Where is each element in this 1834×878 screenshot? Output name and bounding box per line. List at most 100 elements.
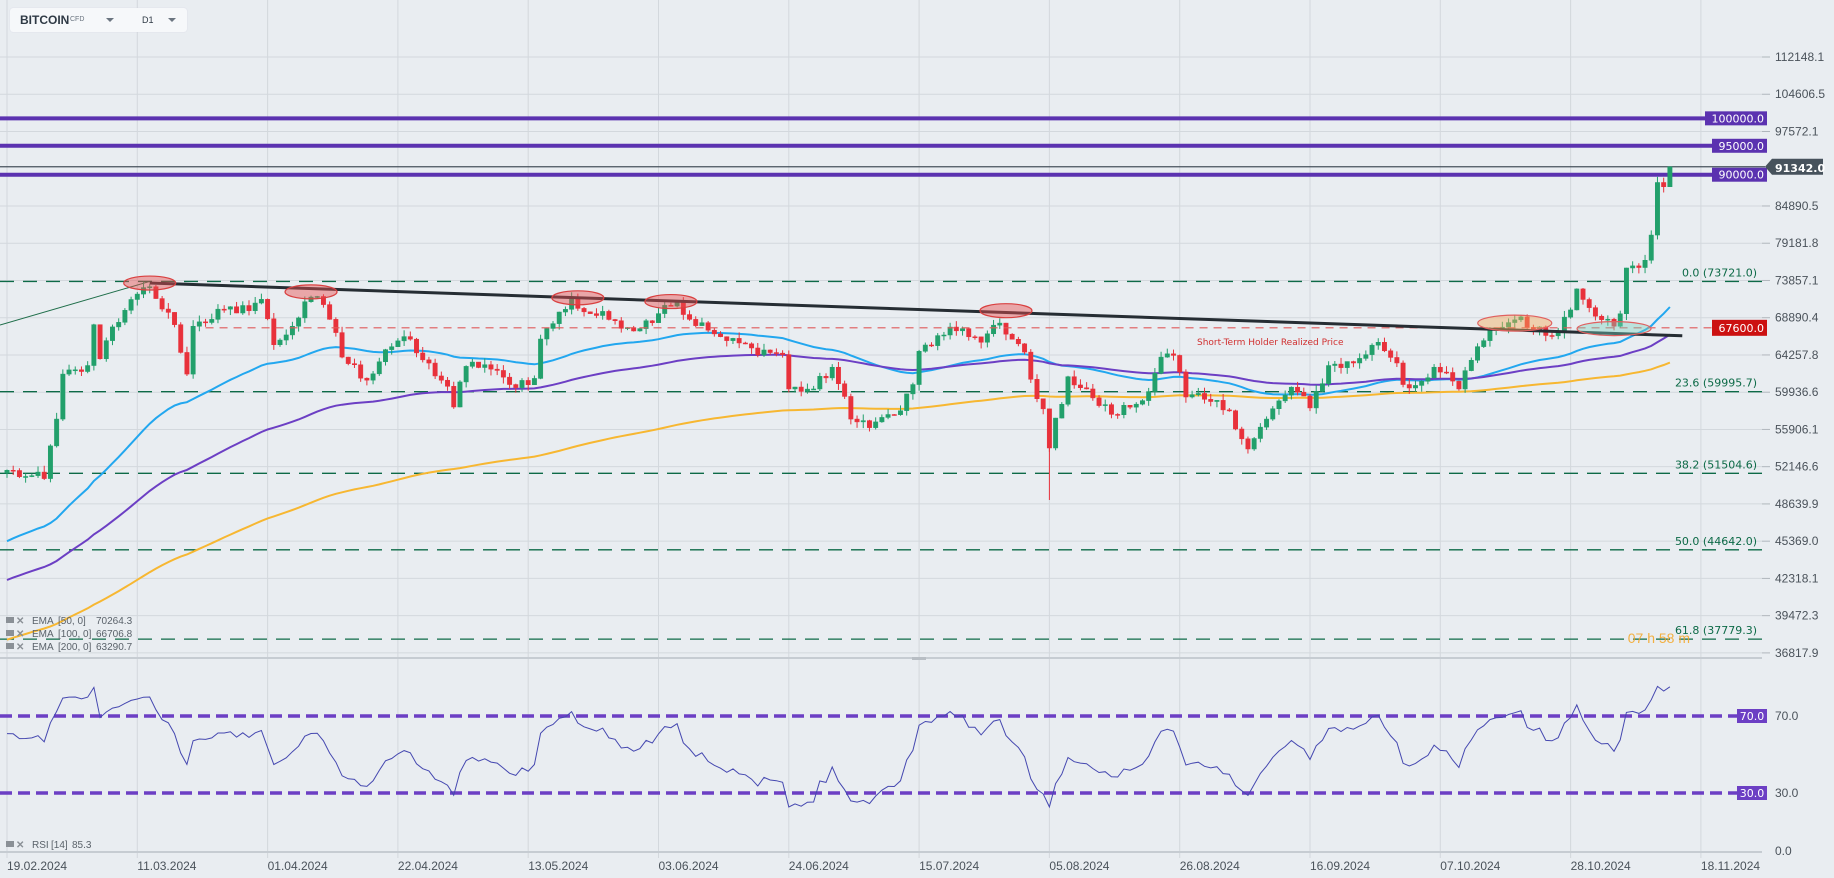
candle-body bbox=[1574, 288, 1580, 311]
candle bbox=[1667, 166, 1673, 187]
horizontal-levels[interactable]: 100000.0 95000.0 90000.0 91342.0 bbox=[0, 111, 1825, 182]
candle-body bbox=[885, 414, 891, 418]
candle-body bbox=[693, 319, 699, 326]
date-tick-label: 26.08.2024 bbox=[1180, 859, 1240, 873]
instrument-selector[interactable]: BITCOIN CFD D1 bbox=[10, 8, 187, 32]
candle bbox=[1022, 343, 1028, 355]
indicator-legend[interactable]: ✕ EMA [50, 0] 70264.3 ✕ EMA [100, 0] 66706.8 ✕ EM… bbox=[6, 616, 133, 851]
peak-highlight-ellipse[interactable] bbox=[123, 275, 177, 291]
ema-settings-icon[interactable] bbox=[6, 630, 14, 636]
candle-body bbox=[426, 359, 432, 364]
candle-body bbox=[594, 313, 599, 316]
candle-body bbox=[1183, 371, 1189, 398]
peak-highlight-ellipse[interactable] bbox=[1477, 314, 1553, 332]
candle-body bbox=[420, 352, 426, 361]
candle-body bbox=[1264, 418, 1270, 428]
candle-body bbox=[29, 475, 35, 477]
peak-highlight-ellipse[interactable] bbox=[979, 303, 1033, 319]
peak-highlight-ellipse[interactable] bbox=[284, 284, 338, 300]
rsi-line bbox=[6, 685, 1671, 809]
candle bbox=[972, 335, 978, 340]
candle-body bbox=[1344, 361, 1350, 368]
candle-body bbox=[209, 319, 215, 323]
annotations[interactable]: 67600.0 Short-Term Holder Realized Price 0… bbox=[123, 275, 1767, 646]
candle bbox=[947, 322, 953, 340]
candle-body bbox=[984, 333, 990, 343]
candle bbox=[562, 306, 568, 317]
candle bbox=[1152, 367, 1158, 396]
candle bbox=[1642, 254, 1648, 274]
candle bbox=[544, 327, 550, 346]
price-tick-label: 48639.9 bbox=[1775, 497, 1819, 511]
candle-body bbox=[1084, 387, 1090, 390]
candle bbox=[35, 466, 41, 478]
candle-body bbox=[1425, 377, 1431, 382]
candle-body bbox=[1034, 379, 1040, 400]
ema-remove-icon[interactable]: ✕ bbox=[16, 629, 24, 640]
candle-body bbox=[1226, 409, 1232, 412]
candle-body bbox=[755, 347, 761, 356]
candle-body bbox=[1413, 385, 1418, 389]
candle-body bbox=[41, 471, 47, 479]
candle-body bbox=[1661, 182, 1667, 187]
peak-highlight-ellipse[interactable] bbox=[551, 290, 605, 306]
peak-highlight-ellipse[interactable] bbox=[644, 293, 698, 310]
candle-body bbox=[469, 361, 475, 367]
candle-body bbox=[1462, 370, 1468, 390]
candle-body bbox=[352, 363, 357, 366]
candle bbox=[1233, 409, 1238, 431]
candle-body bbox=[1319, 383, 1325, 392]
peak-highlight-ellipse[interactable] bbox=[1576, 321, 1652, 337]
ema-remove-icon[interactable]: ✕ bbox=[16, 642, 24, 653]
candle-body bbox=[978, 336, 984, 343]
candle-body bbox=[116, 322, 122, 328]
rsi-settings-icon[interactable] bbox=[6, 841, 14, 847]
candle-body bbox=[122, 310, 128, 323]
price-level-label: 90000.0 bbox=[1719, 169, 1765, 182]
price-tick-label: 97572.1 bbox=[1775, 124, 1819, 138]
candle-body bbox=[221, 308, 227, 311]
candle-body bbox=[1431, 366, 1437, 378]
candle bbox=[1431, 364, 1437, 379]
candle-body bbox=[1270, 408, 1276, 420]
candle bbox=[879, 414, 885, 423]
candle-body bbox=[165, 308, 171, 313]
candle bbox=[618, 317, 624, 333]
candle-body bbox=[972, 336, 978, 339]
candle bbox=[687, 310, 692, 321]
candle bbox=[935, 333, 941, 351]
candle bbox=[550, 321, 556, 332]
ema-remove-icon[interactable]: ✕ bbox=[16, 616, 24, 627]
candle-body bbox=[1301, 391, 1307, 397]
ema-settings-icon[interactable] bbox=[6, 617, 14, 623]
rsi-legend-params: [14] bbox=[51, 840, 68, 851]
ema-legend-params: [200, 0] bbox=[58, 642, 92, 653]
candle-body bbox=[699, 322, 705, 326]
candle bbox=[854, 415, 860, 428]
candle-body bbox=[749, 343, 755, 349]
candle-body bbox=[1127, 405, 1133, 408]
rsi-legend-value: 85.3 bbox=[72, 840, 92, 851]
candle-body bbox=[1295, 386, 1301, 393]
rsi-remove-icon[interactable]: ✕ bbox=[16, 840, 24, 851]
candle bbox=[1332, 360, 1338, 372]
candle bbox=[835, 361, 841, 390]
timeframe-selector[interactable]: D1 bbox=[142, 15, 154, 25]
candle bbox=[1003, 322, 1009, 341]
candle bbox=[159, 295, 165, 312]
candle bbox=[246, 300, 252, 316]
rsi-panel[interactable]: 70.0 30.0 70.0 30.0 0.0 bbox=[0, 685, 1799, 858]
timeframe-dropdown-icon[interactable] bbox=[168, 18, 176, 22]
ema200-line bbox=[6, 361, 1671, 641]
panel-resize-handle[interactable] bbox=[912, 657, 926, 660]
ema-settings-icon[interactable] bbox=[6, 643, 14, 649]
candle-body bbox=[1220, 400, 1226, 411]
price-chart[interactable]: 0.0 (73721.0) 23.6 (59995.7) 38.2 (51504.6… bbox=[0, 0, 1834, 878]
candle bbox=[1413, 380, 1418, 392]
candle bbox=[72, 366, 78, 375]
symbol-dropdown-icon[interactable] bbox=[106, 18, 114, 22]
candle bbox=[1419, 380, 1425, 392]
candle-body bbox=[482, 364, 488, 368]
candle-body bbox=[451, 386, 457, 408]
candle-body bbox=[711, 329, 717, 335]
